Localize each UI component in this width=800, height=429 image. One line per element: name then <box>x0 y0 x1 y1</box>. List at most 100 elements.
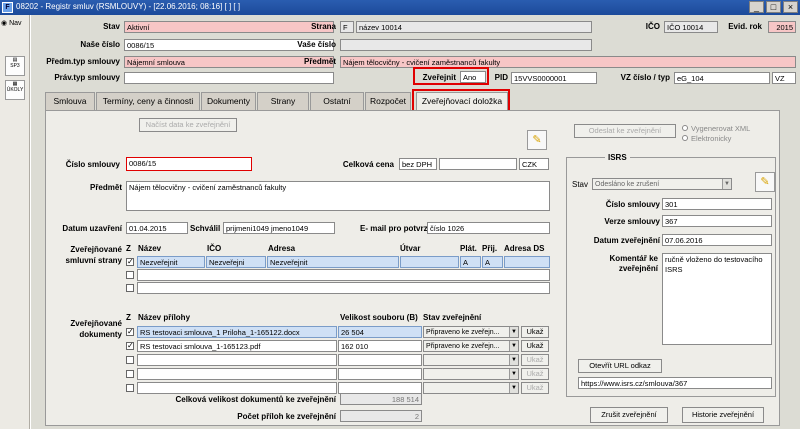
doc-row2-stav[interactable]: Připraveno ke zveřejn... ▼ <box>423 340 519 352</box>
datum-uzavreni-field[interactable]: 01.04.2015 <box>126 222 188 234</box>
evid-rok-field[interactable]: 2015 <box>768 21 796 33</box>
radio-xml[interactable] <box>682 125 688 131</box>
tab-strany[interactable]: Strany <box>257 92 309 110</box>
strany-row1-nazev[interactable]: Nezveřejnit <box>137 256 205 268</box>
isrs-url-field[interactable]: https://www.isrs.cz/smlouva/367 <box>578 377 772 389</box>
doc-row1-size[interactable]: 26 504 <box>338 326 422 338</box>
doc-row3-size[interactable] <box>338 354 422 366</box>
doc-row4-size[interactable] <box>338 368 422 380</box>
strany-row1-ico[interactable]: Nezveřejni <box>206 256 266 268</box>
nacist-data-button[interactable]: Načíst data ke zveřejnění <box>139 118 237 132</box>
sp3-label: SP3 <box>10 63 20 69</box>
doc-row3-checkbox[interactable] <box>126 356 134 364</box>
odeslat-button[interactable]: Odeslat ke zveřejnění <box>574 124 676 138</box>
isrs-cislo-field[interactable]: 301 <box>662 198 772 210</box>
strany-col-adresa: Adresa <box>268 244 296 253</box>
isrs-datum-field[interactable]: 07.06.2016 <box>662 234 772 246</box>
otevrit-url-button[interactable]: Otevřít URL odkaz <box>578 359 662 373</box>
ico-field[interactable]: IČO 10014 <box>664 21 718 33</box>
doc-row3-ukaz-button[interactable]: Ukaž <box>521 354 549 366</box>
dokumenty-label: Zveřejňované dokumenty <box>70 319 122 339</box>
doc-col-z: Z <box>126 313 131 322</box>
ukoly-label: ÚKOLY <box>6 87 24 93</box>
predmet-header-field[interactable]: Nájem tělocvičny - cvičení zaměstnanců f… <box>340 56 796 68</box>
pocet-label: Počet příloh ke zveřejnění <box>237 412 336 421</box>
prav-typ-field[interactable] <box>124 72 334 84</box>
ico-label: IČO <box>645 22 660 31</box>
window-title: 08202 - Registr smluv (RSMLOUVY) - [22.0… <box>16 2 241 11</box>
email-label: E- mail pro potvrzení <box>360 224 440 233</box>
predmet-field[interactable]: Nájem tělocvičny - cvičení zaměstnanců f… <box>126 181 550 211</box>
stav-label: Stav <box>103 22 120 31</box>
strany-row1-adresa[interactable]: Nezveřejnit <box>267 256 399 268</box>
isrs-datum-label: Datum zveřejnění <box>593 236 660 245</box>
historie-zverejneni-button[interactable]: Historie zveřejnění <box>682 407 764 423</box>
doc-row1-ukaz-button[interactable]: Ukaž <box>521 326 549 338</box>
strany-row1-prij[interactable]: A <box>482 256 503 268</box>
tab-ostatni[interactable]: Ostatní <box>310 92 364 110</box>
doc-row2-checkbox[interactable]: ✓ <box>126 342 134 350</box>
doc-row5-ukaz-button[interactable]: Ukaž <box>521 382 549 394</box>
chevron-down-icon: ▼ <box>722 179 731 189</box>
strany-row3[interactable] <box>137 282 550 294</box>
strany-row2-checkbox[interactable] <box>126 271 134 279</box>
doc-row5-checkbox[interactable] <box>126 384 134 392</box>
dph-field[interactable]: bez DPH <box>399 158 437 170</box>
doc-row3-stav[interactable]: ▼ <box>423 354 519 366</box>
strany-col-nazev: Název <box>138 244 162 253</box>
pocet-field: 2 <box>340 410 422 422</box>
strana-code-field[interactable]: F <box>340 21 354 33</box>
tab-terminy[interactable]: Termíny, ceny a činnosti <box>96 92 200 110</box>
sp3-button[interactable]: ▤ SP3 <box>5 56 25 76</box>
doc-row4-stav[interactable]: ▼ <box>423 368 519 380</box>
isrs-stav-select[interactable]: Odesláno ke zrušení ▼ <box>592 178 732 190</box>
celkova-cena-field[interactable] <box>439 158 517 170</box>
doc-row2-ukaz-button[interactable]: Ukaž <box>521 340 549 352</box>
strany-row3-checkbox[interactable] <box>126 284 134 292</box>
tab-smlouva[interactable]: Smlouva <box>45 92 95 110</box>
ukoly-button[interactable]: ▦ ÚKOLY <box>5 80 25 100</box>
load-key-icon[interactable]: ✎ <box>527 130 547 150</box>
nav-button[interactable]: ◉ Nav <box>1 19 29 30</box>
doc-row4-name[interactable] <box>137 368 337 380</box>
doc-row3-name[interactable] <box>137 354 337 366</box>
vz-typ-field[interactable]: VZ <box>772 72 796 84</box>
doc-row1-name[interactable]: RS testovaci smlouva_1 Priloha_1-165122.… <box>137 326 337 338</box>
doc-row5-name[interactable] <box>137 382 337 394</box>
nav-label: Nav <box>9 20 22 27</box>
tab-dokumenty[interactable]: Dokumenty <box>201 92 256 110</box>
strany-row1-plat[interactable]: A <box>460 256 481 268</box>
doc-row4-checkbox[interactable] <box>126 370 134 378</box>
minimize-icon[interactable]: _ <box>749 1 764 13</box>
vase-cislo-field[interactable] <box>340 39 592 51</box>
strana-name-field[interactable]: název 10014 <box>356 21 592 33</box>
doc-row2-name[interactable]: RS testovaci smlouva_1-165123.pdf <box>137 340 337 352</box>
doc-row4-ukaz-button[interactable]: Ukaž <box>521 368 549 380</box>
radio-elektronicky[interactable] <box>682 135 688 141</box>
strany-label: Zveřejňované smluvní strany <box>65 245 122 265</box>
strany-col-prij: Přij. <box>482 244 498 253</box>
doc-row5-stav[interactable]: ▼ <box>423 382 519 394</box>
doc-row1-stav[interactable]: Připraveno ke zveřejn... ▼ <box>423 326 519 338</box>
window-titlebar: F 08202 - Registr smluv (RSMLOUVY) - [22… <box>0 0 800 15</box>
tab-rozpocet[interactable]: Rozpočet <box>365 92 411 110</box>
doc-row2-size[interactable]: 162 010 <box>338 340 422 352</box>
mena-field[interactable]: CZK <box>519 158 549 170</box>
strany-row1-utvar[interactable] <box>400 256 459 268</box>
schvalil-field[interactable]: prijmeni1049 jmeno1049 <box>223 222 335 234</box>
maximize-icon[interactable]: □ <box>766 1 781 13</box>
doc-row1-checkbox[interactable]: ✓ <box>126 328 134 336</box>
strany-row2[interactable] <box>137 269 550 281</box>
cislo-smlouvy-field[interactable]: 0086/15 <box>126 157 252 171</box>
strany-row1-adresa-ds[interactable] <box>504 256 550 268</box>
vz-cislo-field[interactable]: eG_104 <box>674 72 770 84</box>
isrs-verze-field[interactable]: 367 <box>662 215 772 227</box>
zrusit-zverejneni-button[interactable]: Zrušit zveřejnění <box>590 407 668 423</box>
pid-field[interactable]: 15VVS0000001 <box>511 72 597 84</box>
isrs-komentar-field[interactable]: ručně vloženo do testovacího ISRS <box>662 253 772 345</box>
close-icon[interactable]: × <box>783 1 798 13</box>
zverejnit-field[interactable]: Ano <box>460 71 486 83</box>
isrs-refresh-icon[interactable]: ✎ <box>755 172 775 192</box>
email-field[interactable]: číslo 1026 <box>427 222 550 234</box>
strany-row1-checkbox[interactable]: ✓ <box>126 258 134 266</box>
